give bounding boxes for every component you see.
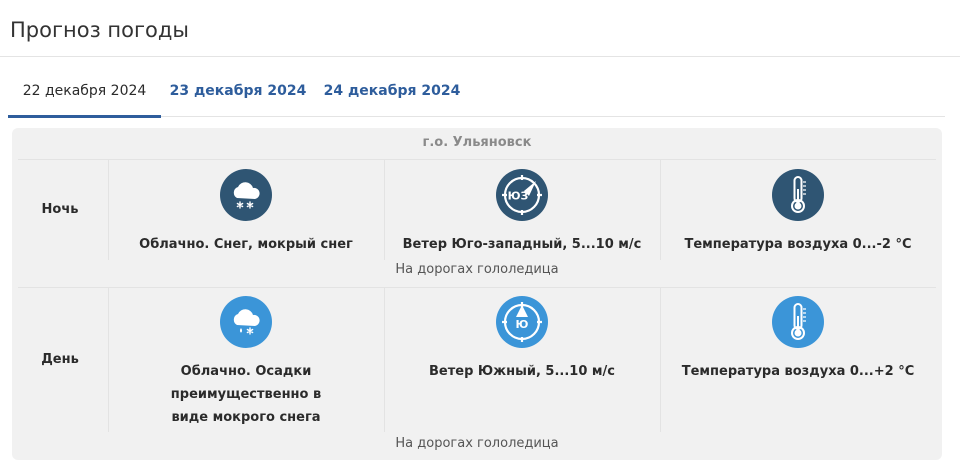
wind-description: Ветер Юго-западный, 5...10 м/с <box>402 237 642 252</box>
road-condition-note: На дорогах гололедица <box>395 262 559 277</box>
compass-icon: Ю <box>496 296 548 348</box>
row-divider <box>18 159 936 160</box>
cloud-snow-icon <box>220 169 272 221</box>
night-temperature-cell: Температура воздуха 0...-2 °C <box>660 169 936 256</box>
wind-direction-badge: Ю <box>516 318 529 331</box>
cloud-sleet-icon <box>220 296 272 348</box>
tab-date-1[interactable]: 22 декабря 2024 <box>8 72 161 118</box>
day-wind-cell: Ю Ветер Южный, 5...10 м/с <box>384 296 660 383</box>
thermometer-icon <box>772 169 824 221</box>
compass-icon: ЮЗ <box>496 169 548 221</box>
date-tabs: 22 декабря 2024 23 декабря 2024 24 декаб… <box>8 72 945 118</box>
temperature-description: Температура воздуха 0...-2 °C <box>684 237 912 252</box>
day-weather-cell: Облачно. Осадки преимущественно в виде м… <box>108 296 384 429</box>
row-divider <box>18 287 936 288</box>
wind-direction-badge: ЮЗ <box>508 190 529 203</box>
wind-description: Ветер Южный, 5...10 м/с <box>429 364 615 379</box>
weather-description: Облачно. Снег, мокрый снег <box>139 237 353 252</box>
weather-description: Облачно. Осадки преимущественно в виде м… <box>170 364 322 425</box>
thermometer-icon <box>772 296 824 348</box>
night-wind-cell: ЮЗ Ветер Юго-западный, 5...10 м/с <box>384 169 660 256</box>
road-condition-note: На дорогах гололедица <box>395 436 559 451</box>
forecast-table: г.о. Ульяновск Ночь Облачно. Снег, мокры… <box>12 128 942 460</box>
page-title: Прогноз погоды <box>10 18 189 42</box>
period-label-day: День <box>41 352 79 367</box>
temperature-description: Температура воздуха 0...+2 °C <box>681 364 915 379</box>
tab-date-3[interactable]: 24 декабря 2024 <box>322 72 462 117</box>
night-weather-cell: Облачно. Снег, мокрый снег <box>108 169 384 256</box>
tab-date-2[interactable]: 23 декабря 2024 <box>168 72 308 117</box>
title-divider <box>0 56 960 57</box>
city-name: г.о. Ульяновск <box>422 135 532 150</box>
period-label-night: Ночь <box>41 202 79 217</box>
day-temperature-cell: Температура воздуха 0...+2 °C <box>660 296 936 383</box>
